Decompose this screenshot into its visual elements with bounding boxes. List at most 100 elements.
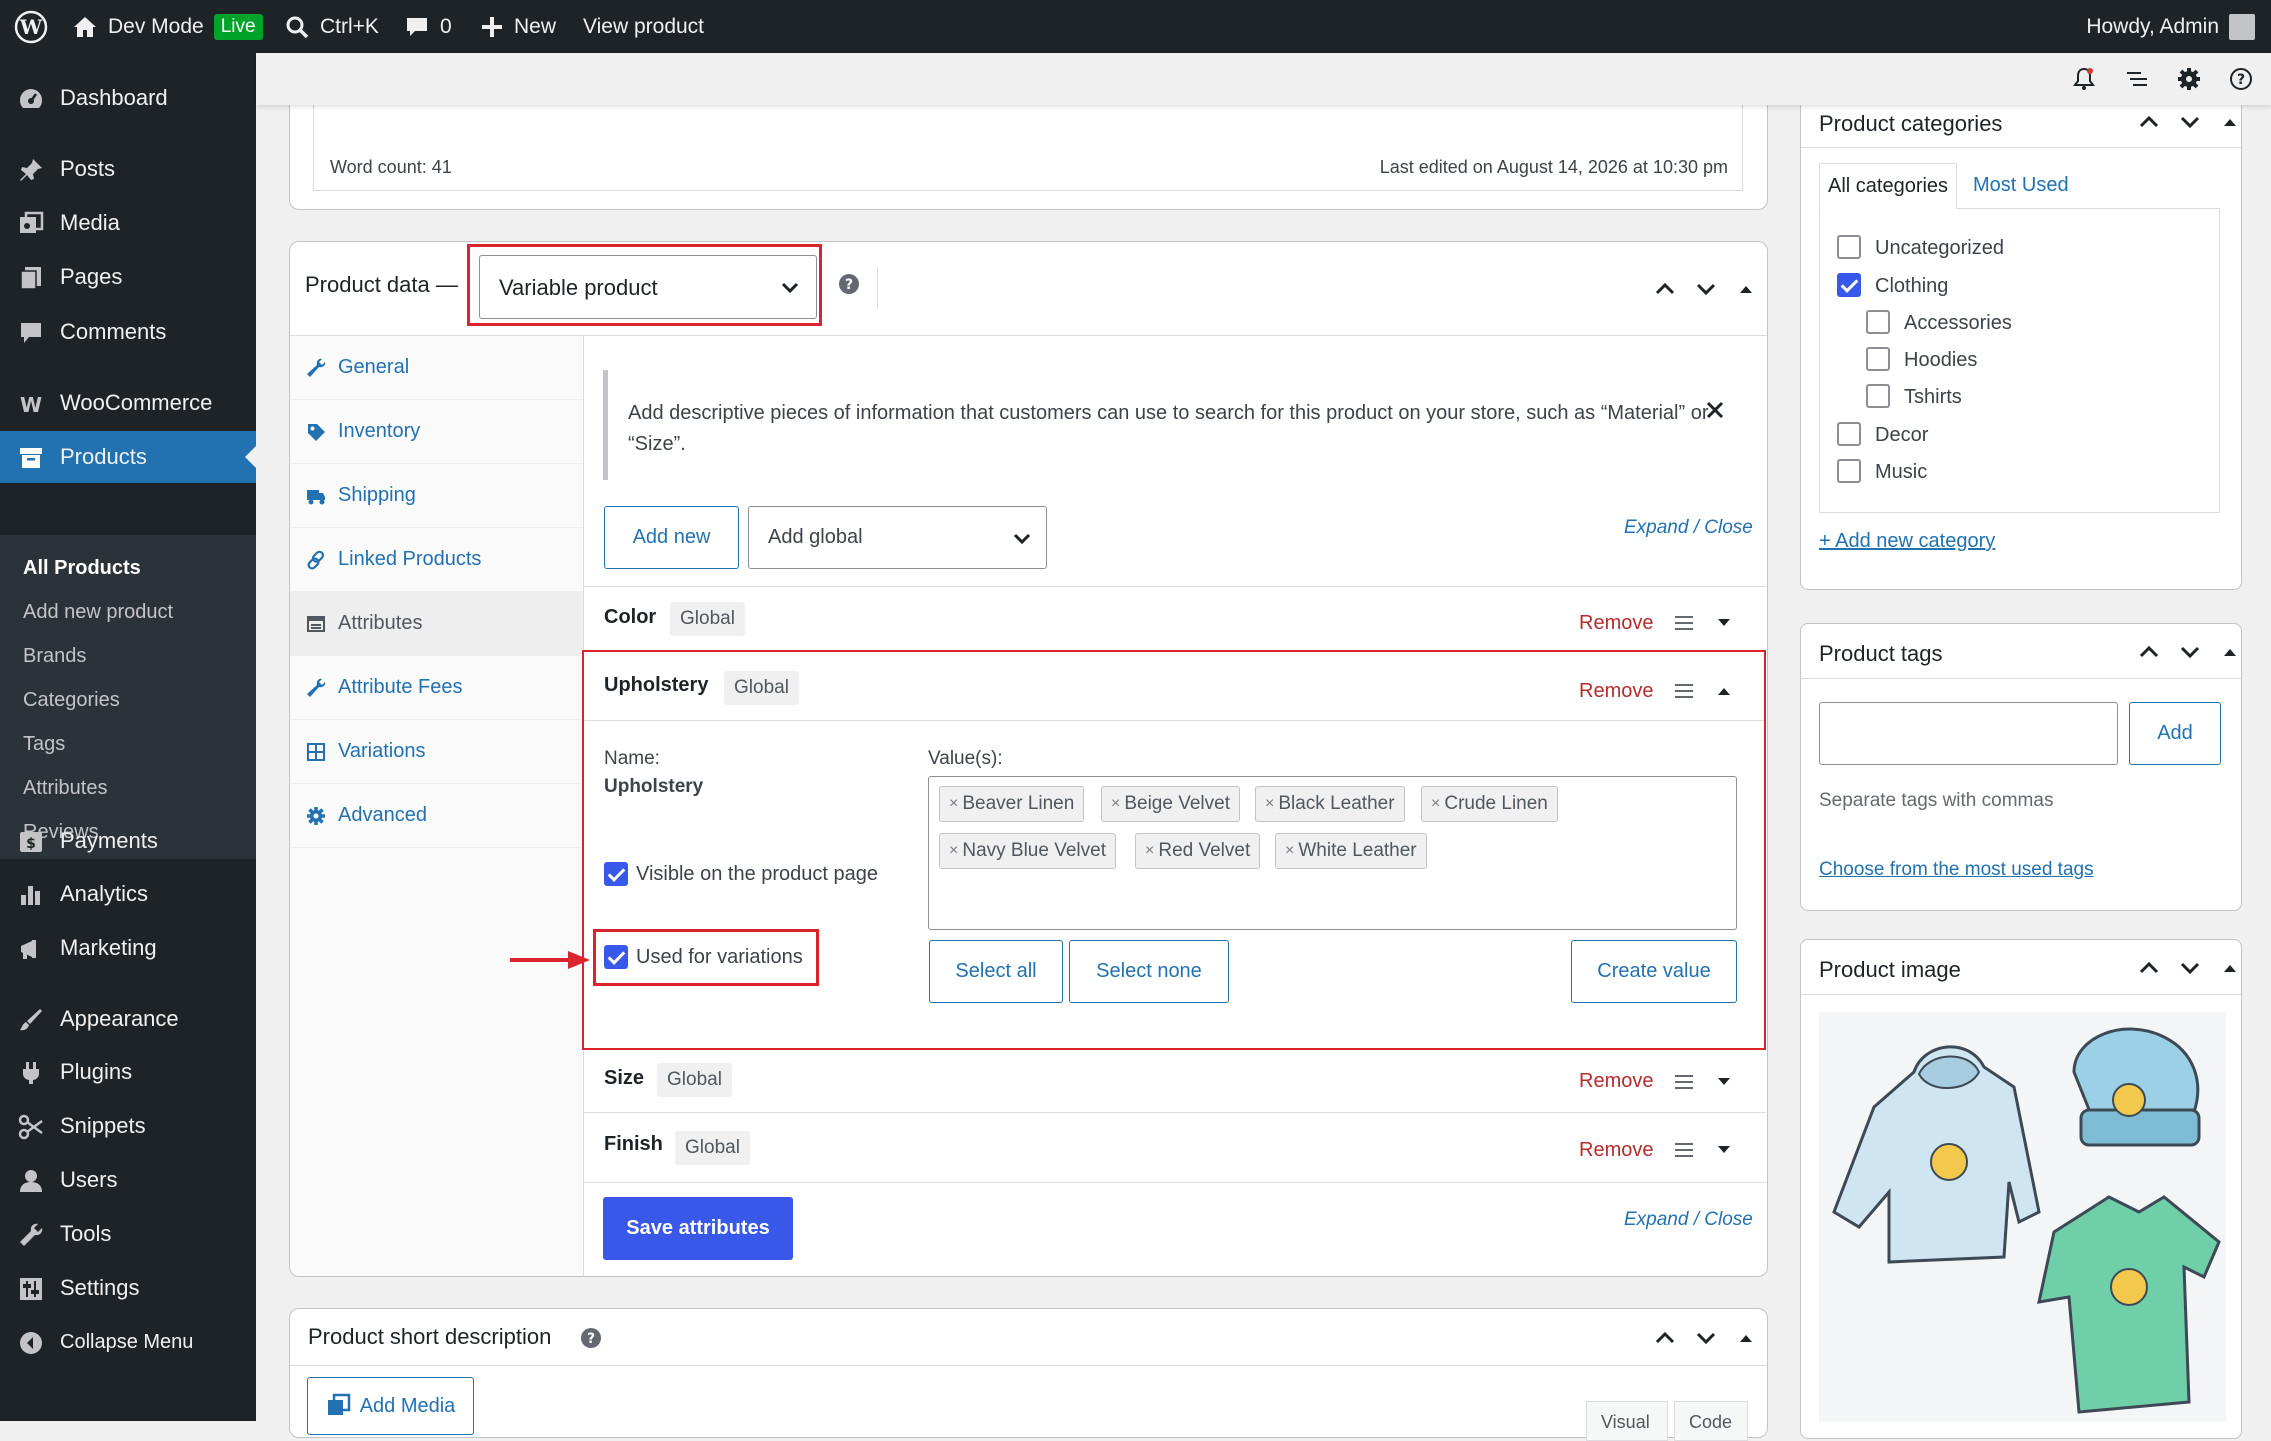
expand-close-link[interactable]: Expand / Close <box>1624 1209 1753 1231</box>
tab-advanced[interactable]: Advanced <box>290 784 583 848</box>
sidebar-item-comments[interactable]: Comments <box>0 306 256 358</box>
add-tag-button[interactable]: Add <box>2129 702 2221 765</box>
bell-icon[interactable] <box>2071 66 2097 92</box>
value-token[interactable]: × Navy Blue Velvet <box>939 833 1116 869</box>
activity-list-icon[interactable] <box>2124 66 2150 92</box>
category-checkbox[interactable] <box>1837 273 1861 297</box>
value-token[interactable]: × Red Velvet <box>1135 833 1261 869</box>
caret-up-icon[interactable] <box>1713 680 1735 702</box>
submenu-add-new-product[interactable]: Add new product <box>23 601 173 624</box>
sidebar-item-pages[interactable]: Pages <box>0 251 256 303</box>
remove-finish-link[interactable]: Remove <box>1579 1139 1653 1162</box>
submenu-attributes[interactable]: Attributes <box>23 777 107 800</box>
category-checkbox[interactable] <box>1837 235 1861 259</box>
chevron-down-icon[interactable] <box>2177 639 2203 665</box>
submenu-all-products[interactable]: All Products <box>23 557 141 580</box>
remove-token-icon[interactable]: × <box>1265 795 1274 813</box>
select-all-button[interactable]: Select all <box>929 940 1063 1003</box>
tab-most-used[interactable]: Most Used <box>1973 174 2069 197</box>
add-new-attribute-button[interactable]: Add new <box>604 506 739 569</box>
create-value-button[interactable]: Create value <box>1571 940 1737 1003</box>
chevron-up-icon[interactable] <box>2136 955 2162 981</box>
remove-token-icon[interactable]: × <box>1431 795 1440 813</box>
sidebar-item-dashboard[interactable]: Dashboard <box>0 72 256 124</box>
sidebar-item-appearance[interactable]: Appearance <box>0 993 256 1045</box>
tab-all-categories[interactable]: All categories <box>1819 163 1957 209</box>
value-token[interactable]: × Beaver Linen <box>939 786 1085 822</box>
sidebar-item-plugins[interactable]: Plugins <box>0 1046 256 1098</box>
category-checkbox[interactable] <box>1866 347 1890 371</box>
caret-down-icon[interactable] <box>1713 1071 1735 1093</box>
comments-link[interactable]: 0 <box>404 0 452 53</box>
caret-down-icon[interactable] <box>1713 1139 1735 1161</box>
sidebar-item-settings[interactable]: Settings <box>0 1262 256 1314</box>
chevron-down-icon[interactable] <box>2177 955 2203 981</box>
category-checkbox[interactable] <box>1866 384 1890 408</box>
tab-inventory[interactable]: Inventory <box>290 400 583 464</box>
site-name-link[interactable]: Dev Mode Live <box>72 0 263 53</box>
submenu-categories[interactable]: Categories <box>23 689 120 712</box>
drag-handle-icon[interactable] <box>1673 1139 1695 1161</box>
add-media-button[interactable]: Add Media <box>307 1377 474 1435</box>
tab-shipping[interactable]: Shipping <box>290 464 583 528</box>
drag-handle-icon[interactable] <box>1673 612 1695 634</box>
wordpress-logo-icon[interactable]: W <box>14 0 48 53</box>
sidebar-item-posts[interactable]: Posts <box>0 143 256 195</box>
user-account-menu[interactable]: Howdy, Admin <box>2086 0 2255 53</box>
remove-color-link[interactable]: Remove <box>1579 612 1653 635</box>
gear-icon[interactable] <box>2176 66 2202 92</box>
tab-attribute-fees[interactable]: Attribute Fees <box>290 656 583 720</box>
tab-variations[interactable]: Variations <box>290 720 583 784</box>
sidebar-item-products[interactable]: Products <box>0 431 257 483</box>
sidebar-item-woocommerce[interactable]: W WooCommerce <box>0 377 256 429</box>
caret-up-icon[interactable] <box>2217 955 2243 981</box>
sidebar-item-tools[interactable]: Tools <box>0 1208 256 1260</box>
caret-down-icon[interactable] <box>1713 612 1735 634</box>
help-tip-icon[interactable]: ? <box>580 1327 602 1349</box>
remove-size-link[interactable]: Remove <box>1579 1070 1653 1093</box>
search-shortcut-button[interactable]: Ctrl+K <box>284 0 379 53</box>
remove-token-icon[interactable]: × <box>1285 842 1294 860</box>
remove-token-icon[interactable]: × <box>1145 842 1154 860</box>
remove-token-icon[interactable]: × <box>1111 795 1120 813</box>
value-token[interactable]: × White Leather <box>1275 833 1427 869</box>
collapse-menu-button[interactable]: Collapse Menu <box>0 1316 256 1368</box>
select-none-button[interactable]: Select none <box>1069 940 1229 1003</box>
caret-up-icon[interactable] <box>1733 1325 1759 1351</box>
help-icon[interactable]: ? <box>2228 66 2254 92</box>
category-checkbox[interactable] <box>1866 310 1890 334</box>
category-checkbox[interactable] <box>1837 459 1861 483</box>
sidebar-item-marketing[interactable]: Marketing <box>0 922 256 974</box>
product-image-thumbnail[interactable] <box>1819 1012 2226 1422</box>
chevron-down-icon[interactable] <box>1693 276 1719 302</box>
chevron-down-icon[interactable] <box>2177 109 2203 135</box>
sidebar-item-media[interactable]: Media <box>0 197 256 249</box>
sidebar-item-payments[interactable]: $ Payments <box>0 815 256 867</box>
tab-linked-products[interactable]: Linked Products <box>290 528 583 592</box>
sidebar-item-snippets[interactable]: Snippets <box>0 1100 256 1152</box>
add-global-select[interactable]: Add global <box>748 506 1047 569</box>
visible-on-product-page-checkbox[interactable] <box>604 862 628 886</box>
chevron-up-icon[interactable] <box>2136 109 2162 135</box>
tab-code[interactable]: Code <box>1674 1401 1748 1441</box>
value-token[interactable]: × Black Leather <box>1255 786 1405 822</box>
choose-most-used-tags-link[interactable]: Choose from the most used tags <box>1819 859 2094 881</box>
remove-upholstery-link[interactable]: Remove <box>1579 680 1653 703</box>
caret-up-icon[interactable] <box>1733 276 1759 302</box>
help-tip-icon[interactable]: ? <box>838 273 860 295</box>
tab-general[interactable]: General <box>290 336 583 400</box>
chevron-up-icon[interactable] <box>2136 639 2162 665</box>
new-content-link[interactable]: New <box>480 0 556 53</box>
expand-close-link[interactable]: Expand / Close <box>1624 517 1753 539</box>
sidebar-item-users[interactable]: Users <box>0 1154 256 1206</box>
close-icon[interactable] <box>1705 400 1725 420</box>
save-attributes-button[interactable]: Save attributes <box>603 1197 793 1260</box>
remove-token-icon[interactable]: × <box>949 842 958 860</box>
drag-handle-icon[interactable] <box>1673 1071 1695 1093</box>
chevron-down-icon[interactable] <box>1693 1325 1719 1351</box>
view-product-link[interactable]: View product <box>583 0 704 53</box>
chevron-up-icon[interactable] <box>1652 1325 1678 1351</box>
tab-visual[interactable]: Visual <box>1586 1401 1668 1441</box>
category-checkbox[interactable] <box>1837 422 1861 446</box>
submenu-brands[interactable]: Brands <box>23 645 86 668</box>
